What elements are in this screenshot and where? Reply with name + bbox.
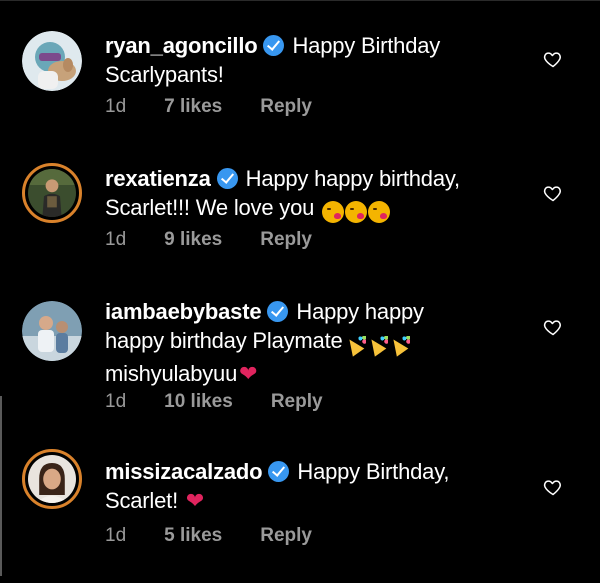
comment-body: rexatienza Happy happy birthday, Scarlet!… bbox=[105, 164, 490, 226]
scroll-edge bbox=[0, 396, 2, 576]
comment-body: ryan_agoncillo Happy Birthday Scarlypants… bbox=[105, 31, 490, 89]
avatar[interactable] bbox=[22, 31, 82, 91]
comment-text: Happy Birthday bbox=[292, 33, 441, 58]
heart-outline-icon[interactable] bbox=[543, 477, 563, 497]
avatar-photo bbox=[28, 455, 76, 503]
heart-outline-icon[interactable] bbox=[543, 49, 563, 69]
likes-count[interactable]: 7 likes bbox=[164, 96, 222, 117]
party-emoji-group bbox=[345, 330, 411, 359]
likes-count[interactable]: 9 likes bbox=[164, 229, 222, 250]
comment-meta: 1d 9 likes Reply bbox=[105, 229, 350, 251]
comment-text: Scarlet!!! We love you bbox=[105, 195, 315, 220]
heart-outline-icon[interactable] bbox=[543, 183, 563, 203]
comment-meta: 1d 7 likes Reply bbox=[105, 96, 350, 118]
face-blowing-kiss-emoji bbox=[368, 201, 391, 223]
comment-age: 1d bbox=[105, 391, 127, 412]
reply-button[interactable]: Reply bbox=[260, 96, 312, 117]
party-popper-emoji bbox=[389, 335, 411, 355]
avatar-cartoon-image bbox=[22, 31, 82, 91]
comments-panel: ryan_agoncillo Happy Birthday Scarlypants… bbox=[0, 0, 600, 583]
comment-username[interactable]: iambaebybaste bbox=[105, 299, 262, 324]
comment-username[interactable]: rexatienza bbox=[105, 166, 211, 191]
avatar[interactable] bbox=[22, 301, 82, 361]
comment-meta: 1d 10 likes Reply bbox=[105, 391, 361, 413]
party-popper-emoji bbox=[345, 335, 367, 355]
comment-username[interactable]: ryan_agoncillo bbox=[105, 33, 258, 58]
verified-badge-icon bbox=[216, 168, 238, 189]
comment-username[interactable]: missizacalzado bbox=[105, 459, 263, 484]
reply-button[interactable]: Reply bbox=[271, 391, 323, 412]
reply-button[interactable]: Reply bbox=[260, 525, 312, 546]
kiss-emoji-group bbox=[322, 197, 391, 226]
comment-age: 1d bbox=[105, 96, 127, 117]
comment-body: iambaebybaste Happy happy happy birthday … bbox=[105, 297, 490, 388]
comment-text: Scarlet! bbox=[105, 488, 178, 513]
verified-badge-icon bbox=[267, 301, 289, 322]
comment-text: mishyulabyuu bbox=[105, 361, 238, 386]
avatar-photo bbox=[22, 301, 82, 361]
red-heart-emoji: ❤ bbox=[185, 488, 205, 513]
comment-age: 1d bbox=[105, 525, 127, 546]
comment-text: Happy happy bbox=[296, 299, 424, 324]
avatar-story-ring[interactable] bbox=[22, 449, 82, 509]
face-blowing-kiss-emoji bbox=[322, 201, 345, 223]
face-blowing-kiss-emoji bbox=[345, 201, 368, 223]
reply-button[interactable]: Reply bbox=[260, 229, 312, 250]
comment-body: missizacalzado Happy Birthday, Scarlet! ❤ bbox=[105, 457, 490, 515]
party-popper-emoji bbox=[367, 335, 389, 355]
verified-badge-icon bbox=[268, 461, 290, 482]
avatar-photo bbox=[28, 169, 76, 217]
verified-badge-icon bbox=[263, 35, 285, 56]
avatar-story-ring[interactable] bbox=[22, 163, 82, 223]
comment-text: Happy Birthday, bbox=[297, 459, 450, 484]
red-heart-emoji: ❤ bbox=[239, 361, 258, 386]
likes-count[interactable]: 10 likes bbox=[164, 391, 233, 412]
comment-text: Scarlypants! bbox=[105, 62, 224, 87]
comment-text: Happy happy birthday, bbox=[245, 166, 461, 191]
comment-age: 1d bbox=[105, 229, 127, 250]
likes-count[interactable]: 5 likes bbox=[164, 525, 222, 546]
heart-outline-icon[interactable] bbox=[543, 317, 563, 337]
comment-meta: 1d 5 likes Reply bbox=[105, 525, 350, 547]
comment-text: happy birthday Playmate bbox=[105, 328, 343, 353]
